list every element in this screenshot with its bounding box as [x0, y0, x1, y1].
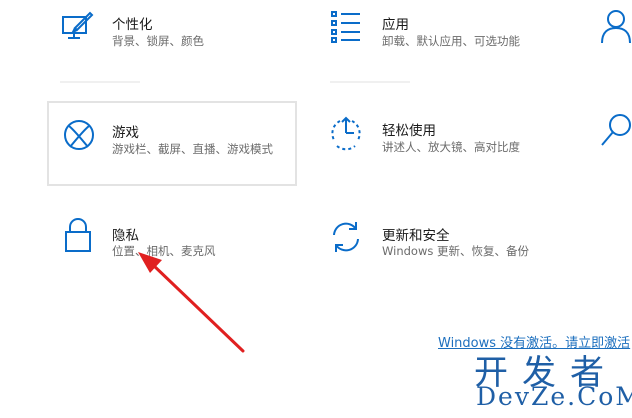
tile-title: 轻松使用: [382, 123, 436, 139]
tile-update-security[interactable]: 更新和安全 Windows 更新、恢复、备份: [318, 205, 578, 275]
lock-icon: [60, 217, 96, 253]
tile-description: 背景、锁屏、颜色: [112, 34, 204, 48]
settings-home: 个性化 背景、锁屏、颜色 应用 卸载、默认应用、可选功能 游戏 游戏栏、截屏、直…: [0, 0, 632, 418]
tile-privacy[interactable]: 隐私 位置、相机、麦克风: [48, 205, 298, 275]
tile-description: 讲述人、放大镜、高对比度: [382, 140, 520, 154]
tile-title: 更新和安全: [382, 228, 450, 244]
tile-title: 应用: [382, 17, 409, 33]
divider: [330, 81, 410, 83]
tile-gaming[interactable]: 游戏 游戏栏、截屏、直播、游戏模式: [47, 101, 297, 186]
search-icon[interactable]: [600, 112, 632, 148]
tile-ease-of-access[interactable]: 轻松使用 讲述人、放大镜、高对比度: [318, 101, 578, 186]
tile-title: 隐私: [112, 228, 139, 244]
tile-description: Windows 更新、恢复、备份: [382, 244, 529, 258]
tile-personalization[interactable]: 个性化 背景、锁屏、颜色: [48, 0, 298, 70]
tile-description: 游戏栏、截屏、直播、游戏模式: [112, 142, 273, 156]
tile-apps[interactable]: 应用 卸载、默认应用、可选功能: [318, 0, 578, 70]
apps-list-icon: [328, 8, 364, 44]
ease-of-access-icon: [328, 115, 364, 151]
watermark-en: DevZe.CoM: [476, 382, 632, 411]
tile-title: 个性化: [112, 17, 153, 33]
xbox-icon: [61, 117, 97, 153]
tile-description: 卸载、默认应用、可选功能: [382, 34, 520, 48]
divider: [60, 81, 140, 83]
refresh-icon: [328, 219, 364, 255]
tile-title: 游戏: [112, 125, 139, 141]
personalization-icon: [60, 8, 96, 44]
accounts-icon[interactable]: [600, 8, 632, 44]
tile-description: 位置、相机、麦克风: [112, 244, 216, 258]
